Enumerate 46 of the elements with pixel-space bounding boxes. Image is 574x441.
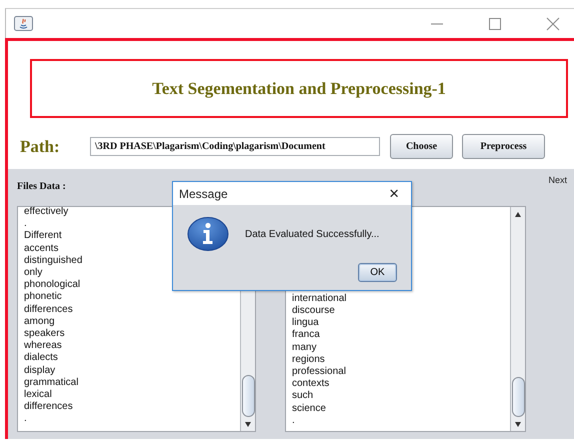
list-item[interactable]: grammatical [24, 376, 78, 390]
list-item[interactable]: dialects [24, 352, 58, 365]
scroll-thumb[interactable] [242, 375, 255, 417]
page-title: Text Segementation and Preprocessing-1 [152, 78, 446, 99]
list-item[interactable]: . [24, 218, 27, 230]
dialog-title: Message [179, 186, 228, 200]
app-icon [14, 16, 33, 31]
list-item[interactable]: such [292, 390, 314, 403]
list-item[interactable]: discourse [292, 304, 335, 318]
list-item[interactable]: distinguished [24, 254, 82, 268]
maximize-icon[interactable] [488, 16, 502, 30]
list-item[interactable]: accents [24, 242, 58, 255]
close-icon[interactable]: × [383, 184, 405, 202]
info-icon [187, 217, 229, 251]
list-item[interactable]: display [24, 364, 56, 377]
list-item[interactable]: lingua [292, 317, 319, 330]
list-item[interactable]: whereas [24, 340, 62, 352]
list-item[interactable]: effectively [24, 207, 68, 218]
close-icon[interactable] [546, 16, 560, 30]
message-text: Data Evaluated Successfully... [245, 228, 380, 240]
list-item[interactable]: differences [24, 401, 73, 414]
list-item[interactable]: phonological [24, 279, 80, 292]
list-item[interactable]: professional [292, 366, 346, 378]
list-item[interactable]: . [24, 413, 27, 426]
list-item[interactable]: phonetic [24, 291, 62, 304]
path-label: Path: [20, 136, 61, 157]
list-item[interactable]: international [292, 292, 346, 305]
next-label: Next [548, 175, 567, 187]
scroll-thumb[interactable] [512, 377, 525, 417]
list-item[interactable]: among [24, 316, 55, 328]
preprocess-button[interactable]: Preprocess [462, 134, 545, 160]
list-item[interactable]: regions [292, 354, 325, 366]
list-item[interactable]: contexts [292, 378, 330, 390]
list-item[interactable]: Different [24, 230, 62, 243]
ok-button[interactable]: OK [358, 263, 397, 282]
list-item[interactable]: only [24, 267, 42, 280]
list-item[interactable]: speakers [24, 328, 65, 340]
list-item[interactable]: many [292, 342, 316, 354]
list-item[interactable]: franca [292, 329, 320, 342]
choose-button[interactable]: Choose [390, 134, 453, 160]
list-item[interactable]: differences [24, 304, 73, 316]
path-field[interactable]: \3RD PHASE\Plagarism\Coding\plagarism\Document [90, 137, 380, 156]
files-data-label: Files Data : [17, 181, 66, 194]
list-item[interactable]: science [292, 402, 326, 415]
list-item[interactable]: . [292, 414, 295, 427]
list-item[interactable]: lexical [24, 389, 52, 402]
